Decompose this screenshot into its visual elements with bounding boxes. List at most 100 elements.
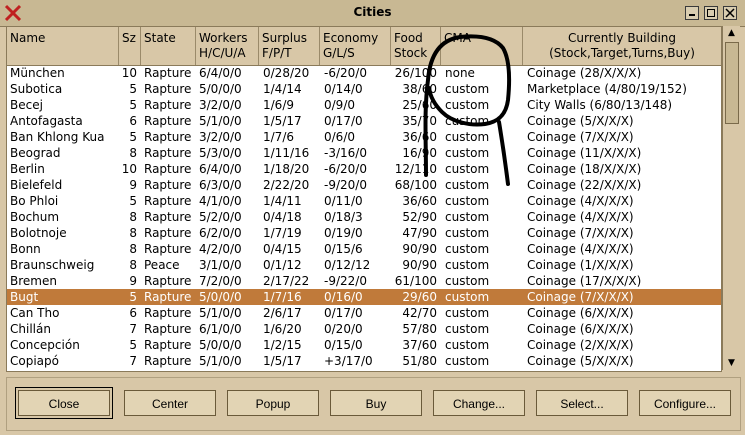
scroll-down-icon[interactable]: ▼ xyxy=(723,356,740,370)
maximize-button[interactable] xyxy=(704,6,718,20)
popup-button[interactable]: Popup xyxy=(227,390,319,416)
close-button[interactable] xyxy=(723,6,737,20)
cell-cma: custom xyxy=(445,258,490,272)
cell-building: City Walls (6/80/13/148) xyxy=(527,98,673,112)
window-title: Cities xyxy=(353,5,392,19)
col-header-building[interactable]: Currently Building (Stock,Target,Turns,Bu… xyxy=(523,27,721,65)
cell-building: Coinage (7/X/X/X) xyxy=(527,130,634,144)
cell-surplus: 1/18/20 xyxy=(263,162,310,176)
scrollbar-thumb[interactable] xyxy=(725,42,739,124)
cell-name: Bielefeld xyxy=(10,178,63,192)
cell-workers: 3/2/0/0 xyxy=(199,130,242,144)
cell-state: Rapture xyxy=(144,98,192,112)
cell-sz: 5 xyxy=(129,98,137,112)
table-row[interactable]: Bielefeld 9 Rapture 6/3/0/0 2/22/20 -9/20/0 68… xyxy=(7,177,721,193)
cell-economy: 0/15/6 xyxy=(324,242,363,256)
select-button[interactable]: Select... xyxy=(536,390,628,416)
table-row[interactable]: Chillán 7 Rapture 6/1/0/0 1/6/20 0/20/0 57/80 c… xyxy=(7,321,721,337)
cell-building: Marketplace (4/80/19/152) xyxy=(527,82,687,96)
cell-food: 35/70 xyxy=(402,114,437,128)
cell-cma: custom xyxy=(445,274,490,288)
table-row[interactable]: Bugt 5 Rapture 5/0/0/0 1/7/16 0/16/0 29/60 cust… xyxy=(7,289,721,305)
table-row[interactable]: München 10 Rapture 6/4/0/0 0/28/20 -6/20/0 26/… xyxy=(7,65,721,81)
minimize-button[interactable] xyxy=(685,6,699,20)
cell-building: Coinage (4/X/X/X) xyxy=(527,194,634,208)
buy-button[interactable]: Buy xyxy=(330,390,422,416)
cell-building: Coinage (5/X/X/X) xyxy=(527,354,634,368)
col-header-surplus[interactable]: Surplus F/P/T xyxy=(259,27,320,65)
col-header-economy[interactable]: Economy G/L/S xyxy=(320,27,391,65)
cell-workers: 5/2/0/0 xyxy=(199,210,242,224)
table-row[interactable]: Becej 5 Rapture 3/2/0/0 1/6/9 0/9/0 25/60 custo… xyxy=(7,97,721,113)
cell-economy: 0/14/0 xyxy=(324,82,363,96)
cell-name: Braunschweig xyxy=(10,258,95,272)
table-row[interactable]: Ban Khlong Kua 5 Rapture 3/2/0/0 1/7/6 0/6/0 3… xyxy=(7,129,721,145)
table-row[interactable]: Bo Phloi 5 Rapture 4/1/0/0 1/4/11 0/11/0 36/60… xyxy=(7,193,721,209)
cell-surplus: 1/6/9 xyxy=(263,98,294,112)
table-row[interactable]: Berlin 10 Rapture 6/4/0/0 1/18/20 -6/20/0 12/1… xyxy=(7,161,721,177)
cell-name: München xyxy=(10,66,65,80)
cell-cma: custom xyxy=(445,322,490,336)
cell-food: 36/60 xyxy=(402,194,437,208)
cell-building: Coinage (7/X/X/X) xyxy=(527,226,634,240)
col-header-workers[interactable]: Workers H/C/U/A xyxy=(196,27,259,65)
cell-state: Rapture xyxy=(144,178,192,192)
cell-food: 16/90 xyxy=(402,146,437,160)
table-row[interactable]: Braunschweig 8 Peace 3/1/0/0 0/1/12 0/12/12 90… xyxy=(7,257,721,273)
table-row[interactable]: Can Tho 6 Rapture 5/1/0/0 2/6/17 0/17/0 42/70 c… xyxy=(7,305,721,321)
cell-name: Can Tho xyxy=(10,306,60,320)
cell-surplus: 1/5/17 xyxy=(263,354,302,368)
cell-sz: 8 xyxy=(129,242,137,256)
cell-cma: custom xyxy=(445,210,490,224)
col-header-name[interactable]: Name xyxy=(7,27,119,65)
cell-name: Concepción xyxy=(10,338,80,352)
vertical-scrollbar[interactable]: ▲ ▼ xyxy=(722,26,740,370)
cell-economy: 0/19/0 xyxy=(324,226,363,240)
cell-cma: custom xyxy=(445,290,490,304)
table-row[interactable]: Antofagasta 6 Rapture 5/1/0/0 1/5/17 0/17/0 35… xyxy=(7,113,721,129)
table-row[interactable]: Bonn 8 Rapture 4/2/0/0 0/4/15 0/15/6 90/90 cust… xyxy=(7,241,721,257)
configure-button[interactable]: Configure... xyxy=(639,390,731,416)
col-header-cma[interactable]: CMA xyxy=(441,27,523,65)
change-button[interactable]: Change... xyxy=(433,390,525,416)
cell-surplus: 1/4/11 xyxy=(263,194,302,208)
cell-state: Rapture xyxy=(144,322,192,336)
center-button[interactable]: Center xyxy=(124,390,216,416)
table-row[interactable]: Concepción 5 Rapture 5/0/0/0 1/2/15 0/15/0 37/… xyxy=(7,337,721,353)
table-row[interactable]: Bolotnoje 8 Rapture 6/2/0/0 1/7/19 0/19/0 47/9… xyxy=(7,225,721,241)
cell-food: 25/60 xyxy=(402,98,437,112)
cell-surplus: 0/4/18 xyxy=(263,210,302,224)
col-header-state[interactable]: State xyxy=(141,27,196,65)
table-row[interactable]: Subotica 5 Rapture 5/0/0/0 1/4/14 0/14/0 38/60… xyxy=(7,81,721,97)
cell-state: Rapture xyxy=(144,194,192,208)
table-row[interactable]: Bochum 8 Rapture 5/2/0/0 0/4/18 0/18/3 52/90 cu… xyxy=(7,209,721,225)
cell-building: Coinage (17/X/X/X) xyxy=(527,274,642,288)
close-icon xyxy=(725,8,735,18)
scroll-up-icon[interactable]: ▲ xyxy=(723,26,740,40)
col-header-food[interactable]: Food Stock xyxy=(391,27,441,65)
cell-building: Coinage (2/X/X/X) xyxy=(527,338,634,352)
cell-sz: 8 xyxy=(129,146,137,160)
cell-surplus: 1/7/19 xyxy=(263,226,302,240)
cell-surplus: 0/1/12 xyxy=(263,258,302,272)
cell-food: 90/90 xyxy=(402,258,437,272)
table-row[interactable]: Bremen 9 Rapture 7/2/0/0 2/17/22 -9/22/0 61/10… xyxy=(7,273,721,289)
cell-surplus: 2/6/17 xyxy=(263,306,302,320)
cell-surplus: 1/2/15 xyxy=(263,338,302,352)
cell-food: 37/60 xyxy=(402,338,437,352)
table-row[interactable]: Copiapó 7 Rapture 5/1/0/0 1/5/17 +3/17/0 51/80… xyxy=(7,353,721,369)
cell-surplus: 1/5/17 xyxy=(263,114,302,128)
cell-state: Rapture xyxy=(144,82,192,96)
cell-cma: custom xyxy=(445,306,490,320)
cell-sz: 8 xyxy=(129,210,137,224)
table-row[interactable]: Beograd 8 Rapture 5/3/0/0 1/11/16 -3/16/0 16/9… xyxy=(7,145,721,161)
col-header-sz[interactable]: Sz xyxy=(119,27,141,65)
cell-building: Coinage (28/X/X/X) xyxy=(527,66,642,80)
cell-workers: 5/0/0/0 xyxy=(199,82,242,96)
cell-name: Copiapó xyxy=(10,354,59,368)
cell-cma: custom xyxy=(445,354,490,368)
cell-food: 38/60 xyxy=(402,82,437,96)
cell-economy: -6/20/0 xyxy=(324,66,367,80)
close-dialog-button[interactable]: Close xyxy=(18,390,110,416)
cell-surplus: 1/7/6 xyxy=(263,130,294,144)
